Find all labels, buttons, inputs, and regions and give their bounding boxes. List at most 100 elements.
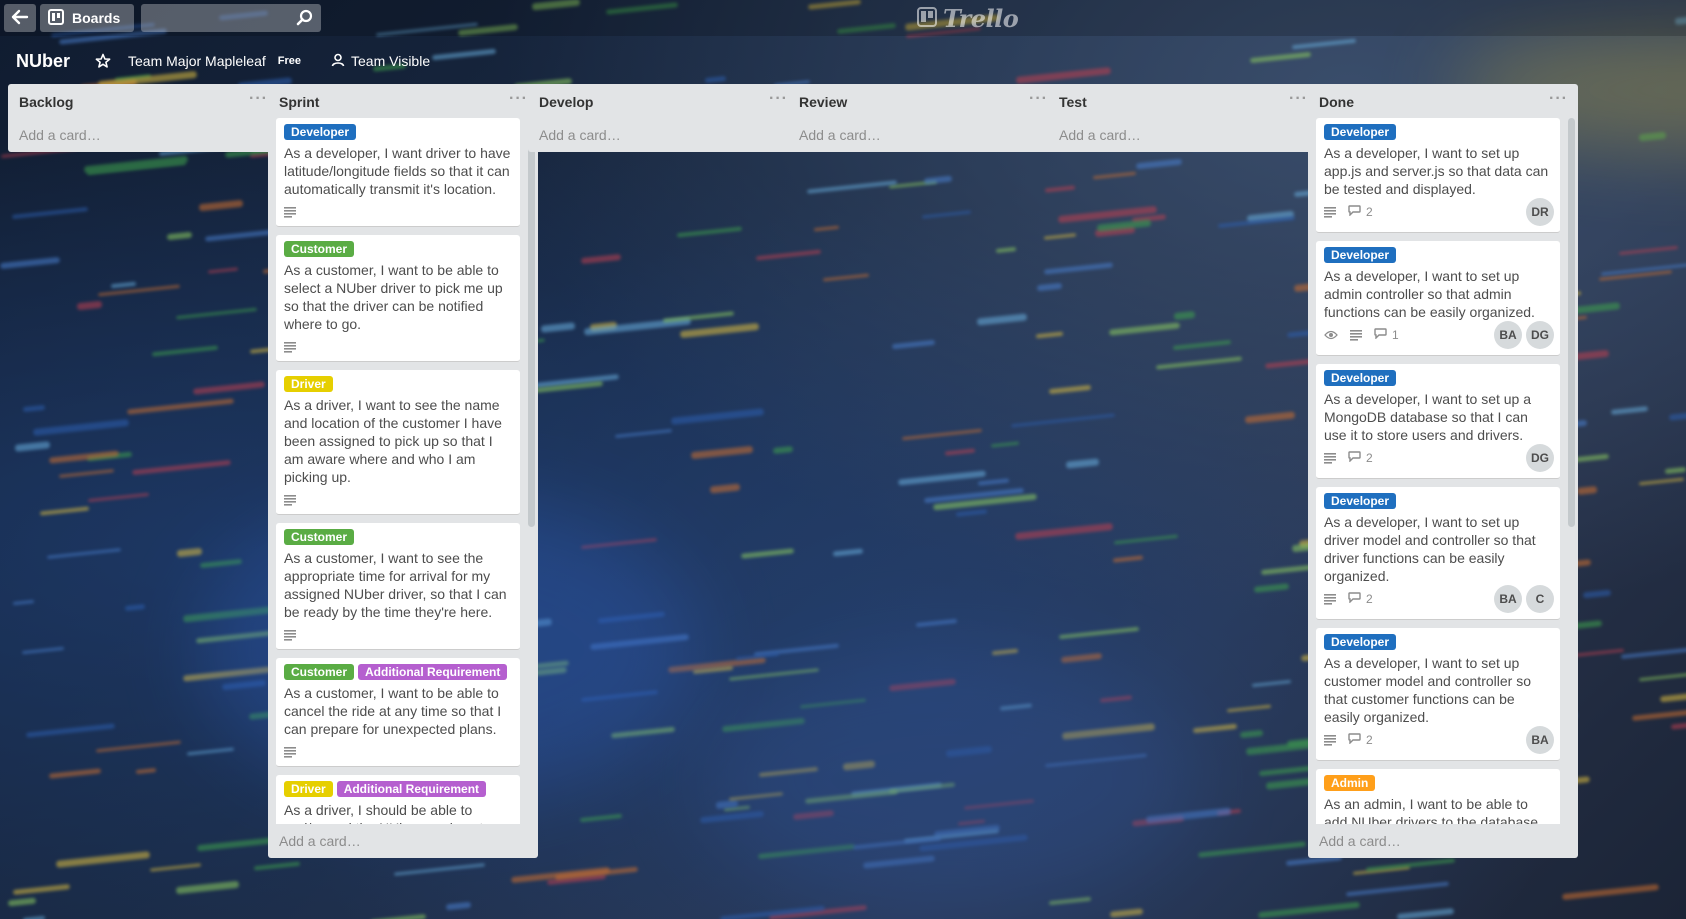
card[interactable]: Developer As a developer, I want to set u…: [1316, 364, 1560, 479]
card-label[interactable]: Developer: [1324, 493, 1397, 509]
background-code-stripe: [151, 345, 219, 357]
background-code-stripe: [1035, 331, 1064, 339]
card[interactable]: Admin As an admin, I want to be able to a…: [1316, 769, 1560, 824]
card-labels: Customer Additional Requirement: [284, 664, 512, 680]
search-input[interactable]: [141, 4, 321, 32]
list-menu-icon[interactable]: ···: [1029, 90, 1048, 108]
star-icon[interactable]: [94, 52, 112, 70]
description-icon: [284, 746, 296, 758]
card[interactable]: Developer As a developer, I want driver t…: [276, 118, 520, 227]
card[interactable]: Customer As a customer, I want to be able…: [276, 235, 520, 362]
background-code-stripe: [11, 207, 89, 219]
card[interactable]: Driver As a driver, I want to see the nam…: [276, 370, 520, 515]
list-title[interactable]: Sprint: [279, 94, 319, 110]
card-label[interactable]: Customer: [284, 241, 355, 257]
list-header[interactable]: Sprint ···: [268, 84, 538, 118]
card-label[interactable]: Additional Requirement: [336, 781, 487, 797]
team-name[interactable]: Team Major Mapleleaf: [128, 53, 266, 69]
visibility-button[interactable]: Team Visible: [331, 53, 430, 70]
background-code-stripe: [1251, 679, 1292, 688]
card-labels: Developer: [1324, 124, 1552, 140]
list-menu-icon[interactable]: ···: [509, 90, 528, 108]
background-code-stripe: [1043, 233, 1077, 240]
back-button[interactable]: [4, 4, 36, 32]
list-menu-icon[interactable]: ···: [769, 90, 788, 108]
card-title: As a customer, I want to see the appropr…: [284, 550, 507, 620]
card[interactable]: Driver Additional Requirement As a driver,…: [276, 775, 520, 824]
card-label[interactable]: Developer: [1324, 124, 1397, 140]
add-card-button[interactable]: Add a card…: [1048, 118, 1318, 152]
card-title: As a developer, I want to set up a Mongo…: [1324, 391, 1532, 443]
list-title[interactable]: Develop: [539, 94, 593, 110]
card-title: As a developer, I want to set up custome…: [1324, 655, 1531, 725]
list-menu-icon[interactable]: ···: [1549, 90, 1568, 108]
avatar[interactable]: BA: [1526, 726, 1554, 754]
avatar[interactable]: BA: [1494, 585, 1522, 613]
card-title: As a developer, I want to set up admin c…: [1324, 268, 1535, 320]
background-code-stripe: [199, 558, 243, 569]
card[interactable]: Developer As a developer, I want to set u…: [1316, 118, 1560, 233]
add-card-button[interactable]: Add a card…: [268, 824, 538, 858]
avatar[interactable]: C: [1526, 585, 1554, 613]
list-title[interactable]: Test: [1059, 94, 1087, 110]
card-label[interactable]: Customer: [284, 529, 355, 545]
add-card-button[interactable]: Add a card…: [788, 118, 1058, 152]
card-label[interactable]: Developer: [1324, 370, 1397, 386]
card[interactable]: Developer As a developer, I want to set u…: [1316, 628, 1560, 761]
card-label[interactable]: Developer: [284, 124, 357, 140]
trello-logo[interactable]: Trello: [917, 4, 1019, 33]
list-title[interactable]: Done: [1319, 94, 1354, 110]
list-header[interactable]: Review ···: [788, 84, 1058, 118]
avatar[interactable]: DR: [1526, 198, 1554, 226]
card-label[interactable]: Admin: [1324, 775, 1376, 791]
avatar[interactable]: BA: [1494, 321, 1522, 349]
background-code-stripe: [614, 429, 673, 438]
avatar[interactable]: DG: [1526, 444, 1554, 472]
background-code-stripe: [813, 225, 840, 232]
list-scrollbar[interactable]: [528, 118, 535, 527]
boards-button[interactable]: Boards: [40, 4, 134, 32]
card-list: Developer As a developer, I want driver t…: [268, 118, 538, 824]
card-label[interactable]: Additional Requirement: [358, 664, 508, 680]
background-code-stripe: [1114, 534, 1178, 545]
add-card-button[interactable]: Add a card…: [8, 118, 278, 152]
list-header[interactable]: Done ···: [1308, 84, 1578, 118]
card-members: BA C: [1494, 585, 1554, 613]
list-review: Review ··· Add a card…: [788, 84, 1058, 152]
list-header[interactable]: Develop ···: [528, 84, 798, 118]
card-label[interactable]: Customer: [284, 664, 355, 680]
background-code-stripe: [176, 547, 203, 558]
search-icon[interactable]: [296, 9, 314, 27]
card-title: As an admin, I want to be able to add NU…: [1324, 796, 1542, 824]
list-menu-icon[interactable]: ···: [1289, 90, 1308, 108]
card[interactable]: Developer As a developer, I want to set u…: [1316, 241, 1560, 356]
card[interactable]: Customer As a customer, I want to see the…: [276, 523, 520, 650]
card-label[interactable]: Developer: [1324, 247, 1397, 263]
avatar[interactable]: DG: [1526, 321, 1554, 349]
list-header[interactable]: Backlog ···: [8, 84, 278, 118]
list-header[interactable]: Test ···: [1048, 84, 1318, 118]
background-code-stripe: [186, 747, 235, 756]
card-label[interactable]: Driver: [284, 781, 333, 797]
card-label[interactable]: Driver: [284, 376, 333, 392]
card[interactable]: Customer Additional Requirement As a custo…: [276, 658, 520, 767]
add-card-button[interactable]: Add a card…: [528, 118, 798, 152]
comment-icon: [1348, 592, 1361, 606]
list-menu-icon[interactable]: ···: [249, 90, 268, 108]
background-code-stripe: [1582, 589, 1612, 599]
background-code-stripe: [1060, 652, 1103, 664]
background-code-stripe: [1108, 322, 1181, 336]
list-title[interactable]: Review: [799, 94, 847, 110]
add-card-button[interactable]: Add a card…: [1308, 824, 1578, 858]
background-code-stripe: [12, 599, 35, 606]
list-scrollbar[interactable]: [1568, 118, 1575, 527]
card[interactable]: Developer As a developer, I want to set u…: [1316, 487, 1560, 620]
board-title[interactable]: NUber: [16, 51, 70, 72]
list-title[interactable]: Backlog: [19, 94, 73, 110]
card-title: As a customer, I want to be able to canc…: [284, 685, 502, 737]
background-code-stripe: [1156, 356, 1242, 370]
background-code-stripe: [1244, 411, 1296, 424]
background-code-stripe: [1043, 262, 1114, 275]
card-label[interactable]: Developer: [1324, 634, 1397, 650]
card-badges: [284, 490, 512, 510]
